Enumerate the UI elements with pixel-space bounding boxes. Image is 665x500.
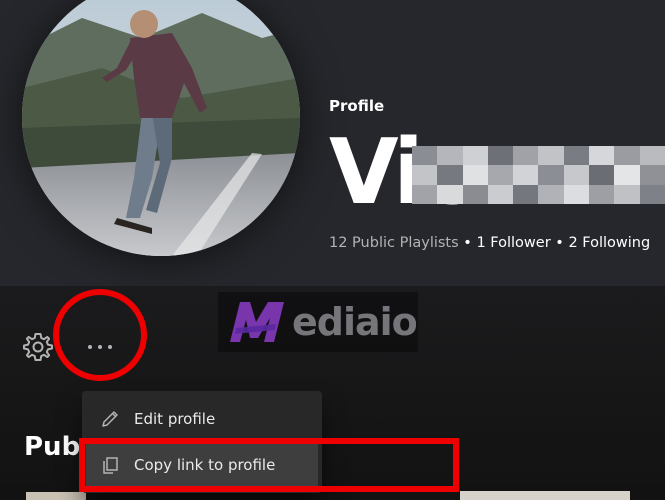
profile-stats: 12 Public Playlists • 1 Follower • 2 Fol… (329, 235, 650, 251)
gear-icon[interactable] (22, 331, 54, 363)
highlight-rectangle (79, 438, 459, 492)
playlist-thumbnail[interactable] (26, 492, 86, 500)
pencil-icon (102, 411, 118, 427)
public-playlists-count[interactable]: 12 Public Playlists (329, 235, 459, 251)
watermark-logo-icon (230, 302, 284, 342)
menu-item-label: Edit profile (134, 410, 216, 428)
following-count[interactable]: 2 Following (568, 235, 650, 251)
name-pixelation (412, 146, 665, 204)
followers-count[interactable]: 1 Follower (476, 235, 550, 251)
watermark-text: ediaio (292, 300, 418, 344)
stats-separator: • (458, 235, 477, 251)
stats-separator: • (550, 235, 569, 251)
watermark: ediaio (218, 292, 418, 352)
menu-item-edit-profile[interactable]: Edit profile (86, 397, 318, 441)
highlight-circle (53, 289, 147, 381)
profile-type-label: Profile (329, 97, 385, 115)
playlist-thumbnail[interactable] (460, 491, 630, 500)
